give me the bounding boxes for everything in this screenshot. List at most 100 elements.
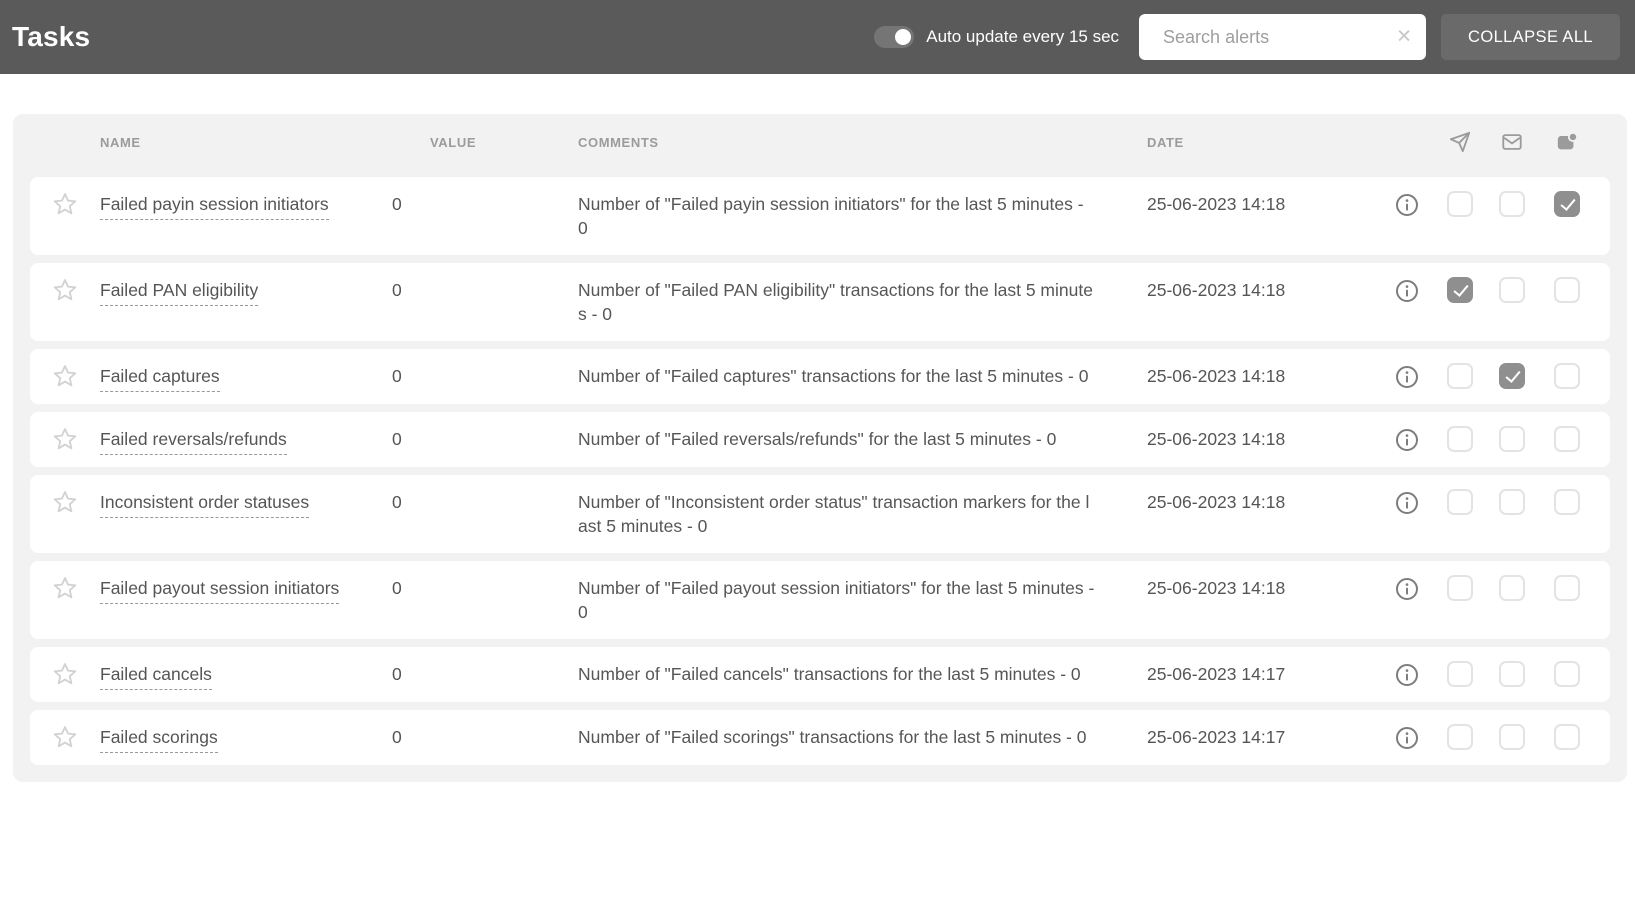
task-value: 0	[392, 664, 402, 684]
task-name-link[interactable]: Failed reversals/refunds	[100, 429, 287, 455]
email-checkbox[interactable]	[1499, 661, 1525, 687]
contact-checkbox[interactable]	[1554, 363, 1580, 389]
task-name-link[interactable]: Failed payout session initiators	[100, 578, 340, 604]
favorite-cell	[30, 364, 100, 389]
telegram-checkbox[interactable]	[1447, 426, 1473, 452]
row-actions	[1327, 426, 1580, 452]
task-value: 0	[392, 492, 402, 512]
search-box: ✕	[1139, 14, 1427, 60]
search-input[interactable]	[1139, 14, 1427, 60]
task-name-cell: Failed payout session initiators	[100, 576, 392, 604]
task-name-link[interactable]: Failed cancels	[100, 664, 212, 690]
email-checkbox[interactable]	[1499, 426, 1525, 452]
table-row: Failed scorings 0 Number of "Failed scor…	[30, 710, 1610, 765]
email-checkbox[interactable]	[1499, 724, 1525, 750]
main-content: NAME VALUE COMMENTS DATE Failed payin se…	[0, 74, 1635, 782]
clear-search-icon[interactable]: ✕	[1396, 28, 1412, 47]
task-value: 0	[392, 366, 402, 386]
contact-checkbox[interactable]	[1554, 489, 1580, 515]
contact-badge-icon	[1554, 130, 1580, 154]
telegram-checkbox[interactable]	[1447, 575, 1473, 601]
row-actions	[1327, 191, 1580, 217]
telegram-icon	[1447, 130, 1473, 154]
favorite-star-icon[interactable]	[52, 489, 78, 515]
name-column-header: NAME	[100, 134, 141, 150]
task-comment: Number of "Failed payin session initiato…	[578, 194, 1084, 238]
row-actions	[1327, 575, 1580, 601]
info-icon[interactable]	[1395, 663, 1419, 687]
favorite-star-icon[interactable]	[52, 363, 78, 389]
task-comment-cell: Number of "Failed PAN eligibility" trans…	[578, 278, 1147, 326]
task-name-link[interactable]: Failed payin session initiators	[100, 194, 329, 220]
contact-checkbox[interactable]	[1554, 277, 1580, 303]
favorite-star-icon[interactable]	[52, 724, 78, 750]
task-name-link[interactable]: Failed captures	[100, 366, 220, 392]
info-icon[interactable]	[1395, 279, 1419, 303]
task-date: 25-06-2023 14:17	[1147, 727, 1286, 747]
info-icon[interactable]	[1395, 491, 1419, 515]
email-checkbox[interactable]	[1499, 489, 1525, 515]
task-name-link[interactable]: Inconsistent order statuses	[100, 492, 310, 518]
favorite-star-icon[interactable]	[52, 661, 78, 687]
telegram-checkbox[interactable]	[1447, 724, 1473, 750]
task-name-cell: Failed captures	[100, 364, 392, 392]
favorite-star-icon[interactable]	[52, 277, 78, 303]
email-checkbox[interactable]	[1499, 575, 1525, 601]
info-icon[interactable]	[1395, 193, 1419, 217]
toggle-knob-icon	[895, 29, 912, 45]
telegram-checkbox[interactable]	[1447, 277, 1473, 303]
row-actions	[1327, 363, 1580, 389]
info-icon[interactable]	[1395, 428, 1419, 452]
auto-update-toggle[interactable]	[874, 26, 915, 48]
contact-checkbox[interactable]	[1554, 191, 1580, 217]
task-name-link[interactable]: Failed PAN eligibility	[100, 280, 259, 306]
task-comment-cell: Number of "Inconsistent order status" tr…	[578, 490, 1147, 538]
email-checkbox[interactable]	[1499, 363, 1525, 389]
email-checkbox[interactable]	[1499, 191, 1525, 217]
task-name-cell: Failed scorings	[100, 725, 392, 753]
favorite-star-icon[interactable]	[52, 575, 78, 601]
collapse-all-button[interactable]: COLLAPSE ALL	[1441, 14, 1620, 60]
info-icon[interactable]	[1395, 577, 1419, 601]
task-name-cell: Failed payin session initiators	[100, 192, 392, 220]
info-icon[interactable]	[1395, 365, 1419, 389]
info-icon[interactable]	[1395, 726, 1419, 750]
value-column-header: VALUE	[430, 134, 477, 150]
task-value: 0	[392, 280, 402, 300]
auto-update-label: Auto update every 15 sec	[926, 27, 1120, 46]
task-name-cell: Failed PAN eligibility	[100, 278, 392, 306]
telegram-checkbox[interactable]	[1447, 489, 1473, 515]
table-row: Failed captures 0 Number of "Failed capt…	[30, 349, 1610, 404]
task-comment-cell: Number of "Failed reversals/refunds" for…	[578, 427, 1147, 451]
task-value: 0	[392, 727, 402, 747]
task-name-link[interactable]: Failed scorings	[100, 727, 218, 753]
table-row: Inconsistent order statuses 0 Number of …	[30, 475, 1610, 553]
task-comment-cell: Number of "Failed payout session initiat…	[578, 576, 1147, 624]
task-date: 25-06-2023 14:18	[1147, 366, 1286, 386]
email-icon	[1499, 130, 1525, 154]
contact-checkbox[interactable]	[1554, 724, 1580, 750]
task-date: 25-06-2023 14:17	[1147, 664, 1286, 684]
contact-checkbox[interactable]	[1554, 575, 1580, 601]
task-value: 0	[392, 429, 402, 449]
contact-checkbox[interactable]	[1554, 661, 1580, 687]
email-checkbox[interactable]	[1499, 277, 1525, 303]
row-actions	[1327, 661, 1580, 687]
telegram-checkbox[interactable]	[1447, 191, 1473, 217]
telegram-checkbox[interactable]	[1447, 661, 1473, 687]
contact-checkbox[interactable]	[1554, 426, 1580, 452]
topbar: Tasks Auto update every 15 sec ✕ COLLAPS…	[0, 0, 1635, 74]
task-name-cell: Failed reversals/refunds	[100, 427, 392, 455]
favorite-star-icon[interactable]	[52, 191, 78, 217]
favorite-cell	[30, 427, 100, 452]
task-name-cell: Failed cancels	[100, 662, 392, 690]
favorite-cell	[30, 662, 100, 687]
telegram-checkbox[interactable]	[1447, 363, 1473, 389]
task-comment: Number of "Inconsistent order status" tr…	[578, 492, 1090, 536]
date-column-header: DATE	[1147, 134, 1184, 150]
task-comment: Number of "Failed payout session initiat…	[578, 578, 1095, 622]
task-date: 25-06-2023 14:18	[1147, 280, 1286, 300]
favorite-star-icon[interactable]	[52, 426, 78, 452]
task-comment: Number of "Failed reversals/refunds" for…	[578, 429, 1057, 449]
channel-column-headers	[1327, 130, 1580, 154]
